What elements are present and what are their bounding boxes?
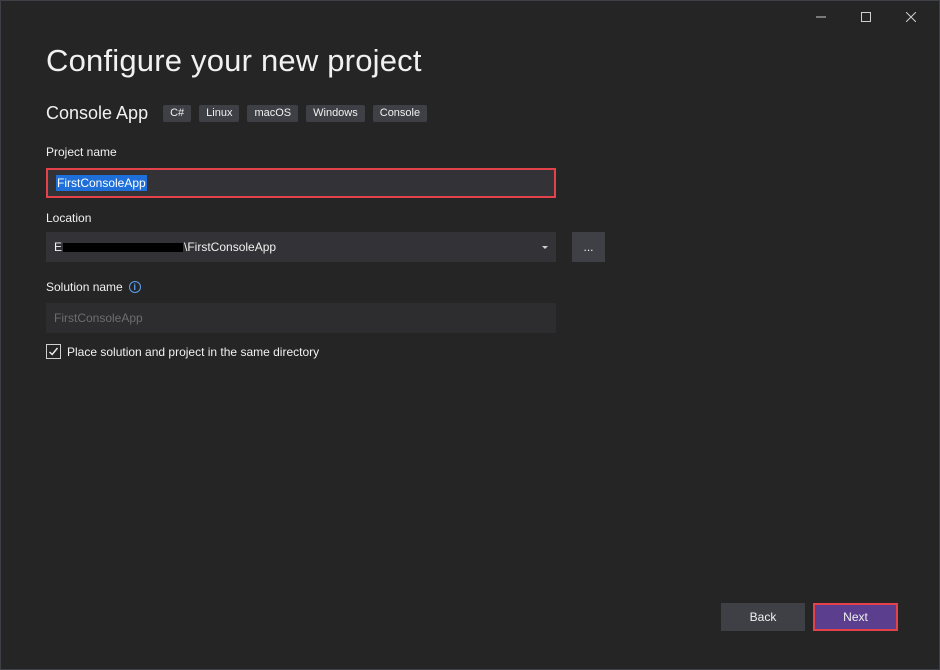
location-value: E \FirstConsoleApp <box>54 240 276 254</box>
tag-console: Console <box>372 105 428 122</box>
solution-name-placeholder: FirstConsoleApp <box>54 311 143 325</box>
location-label: Location <box>46 211 92 225</box>
back-button[interactable]: Back <box>721 603 805 631</box>
same-directory-label: Place solution and project in the same d… <box>67 344 320 359</box>
close-icon[interactable] <box>888 7 933 27</box>
browse-button[interactable]: ... <box>572 232 605 262</box>
tag-windows: Windows <box>306 105 365 122</box>
project-name-value: FirstConsoleApp <box>56 175 147 191</box>
maximize-icon[interactable] <box>843 7 888 27</box>
solution-name-label: Solution name <box>46 280 123 294</box>
info-icon[interactable]: i <box>128 281 141 293</box>
tag-csharp: C# <box>163 105 192 122</box>
location-value-suffix: \FirstConsoleApp <box>184 240 277 254</box>
solution-name-input[interactable]: FirstConsoleApp <box>46 303 556 333</box>
window-controls <box>798 7 933 27</box>
solution-name-label-row: Solution name i <box>46 280 141 294</box>
template-name: Console App <box>46 103 149 123</box>
same-directory-option[interactable]: Place solution and project in the same d… <box>46 344 319 359</box>
location-value-prefix: E <box>54 240 63 254</box>
tag-macos: macOS <box>247 105 299 122</box>
page-title: Configure your new project <box>46 43 422 78</box>
project-name-input[interactable]: FirstConsoleApp <box>46 168 556 198</box>
redacted-path <box>63 243 184 253</box>
project-name-label: Project name <box>46 145 117 159</box>
minimize-icon[interactable] <box>798 7 843 27</box>
tag-linux: Linux <box>199 105 240 122</box>
configure-project-window: Configure your new project Console App C… <box>0 0 940 670</box>
same-directory-checkbox[interactable] <box>46 344 61 359</box>
checkmark-icon <box>49 347 59 356</box>
next-button[interactable]: Next <box>813 603 898 631</box>
location-combobox[interactable]: E \FirstConsoleApp <box>46 232 556 262</box>
template-info: Console App C# Linux macOS Windows Conso… <box>46 103 435 124</box>
chevron-down-icon[interactable] <box>542 245 548 249</box>
